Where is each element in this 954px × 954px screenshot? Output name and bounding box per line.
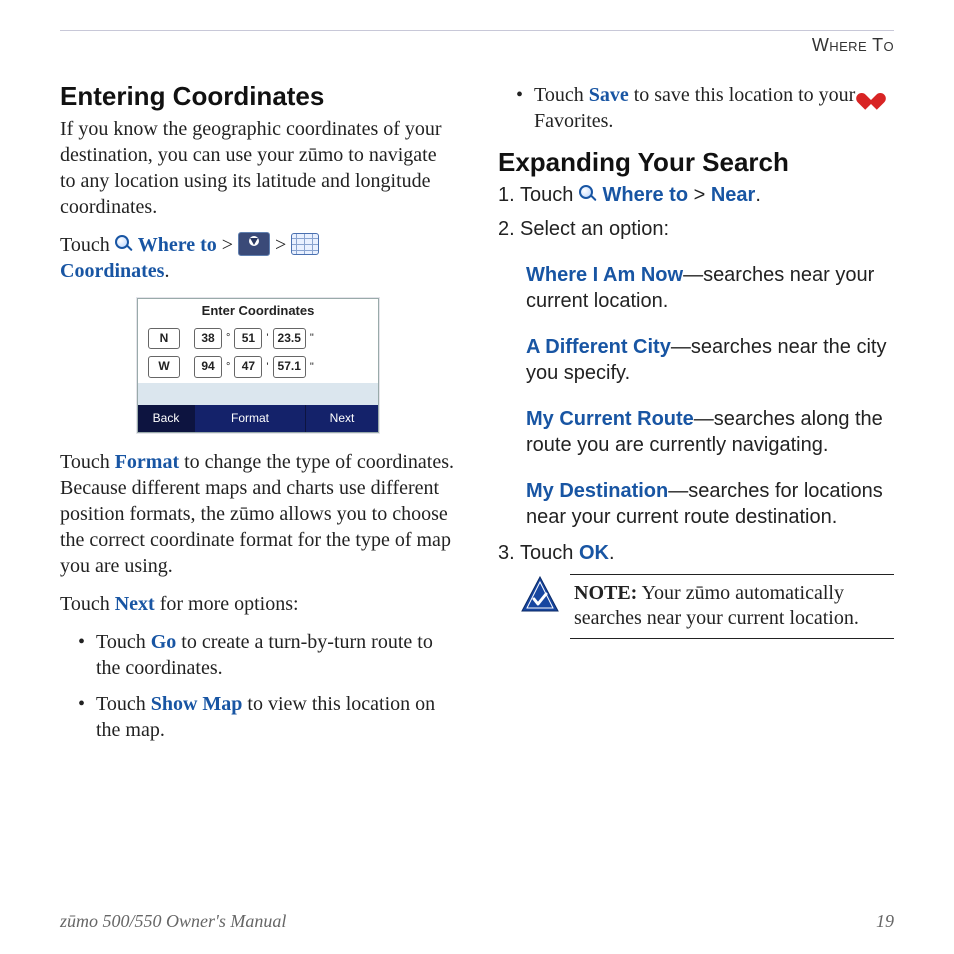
device-format-button[interactable]: Format: [194, 405, 306, 433]
note-text: NOTE: Your zūmo automatically searches n…: [570, 574, 894, 639]
coord-row-w: W 94° 47' 57.1": [138, 354, 378, 383]
note-block: NOTE: Your zūmo automatically searches n…: [520, 574, 894, 639]
device-title: Enter Coordinates: [138, 299, 378, 326]
option-my-destination: My Destination—searches for locations ne…: [526, 478, 894, 530]
section-header: Where To: [812, 31, 894, 62]
touch-path: Touch Where to > > Coordinates.: [60, 232, 456, 284]
dir-cell: W: [148, 356, 180, 378]
step-3: 3.Touch OK.: [498, 540, 894, 566]
down-arrow-button-icon: [238, 232, 270, 256]
footer-page-number: 19: [876, 911, 894, 932]
option-where-i-am: Where I Am Now—searches near your curren…: [526, 262, 894, 314]
dir-cell: N: [148, 328, 180, 350]
intro-paragraph: If you know the geographic coordinates o…: [60, 116, 456, 220]
grid-globe-icon: [291, 233, 319, 255]
heading-expanding-search: Expanding Your Search: [498, 146, 894, 180]
device-next-button[interactable]: Next: [306, 405, 378, 433]
magnifier-icon: [115, 235, 133, 253]
magnifier-icon: [579, 185, 597, 203]
where-to-label: Where to: [138, 234, 217, 256]
footer-manual-title: zūmo 500/550 Owner's Manual: [60, 911, 286, 932]
heading-entering-coordinates: Entering Coordinates: [60, 80, 456, 114]
format-paragraph: Touch Format to change the type of coord…: [60, 449, 456, 579]
next-paragraph: Touch Next for more options:: [60, 591, 456, 617]
device-screenshot: Enter Coordinates N 38° 51' 23.5" W 94° …: [137, 298, 379, 434]
step-1: 1.Touch Where to > Near.: [498, 182, 894, 208]
checkmark-triangle-icon: [520, 574, 560, 614]
option-current-route: My Current Route—searches along the rout…: [526, 406, 894, 458]
step-2: 2.Select an option:: [498, 216, 894, 242]
coordinates-label: Coordinates: [60, 260, 164, 282]
bullet-show-map: Touch Show Map to view this location on …: [78, 691, 456, 743]
bullet-save: Touch Save to save this location to your…: [516, 82, 894, 134]
option-different-city: A Different City—searches near the city …: [526, 334, 894, 386]
heart-icon: [860, 86, 882, 104]
bullet-go: Touch Go to create a turn-by-turn route …: [78, 629, 456, 681]
coord-row-n: N 38° 51' 23.5": [138, 326, 378, 355]
device-button-bar: Back Format Next: [138, 405, 378, 433]
device-back-button[interactable]: Back: [138, 405, 194, 433]
